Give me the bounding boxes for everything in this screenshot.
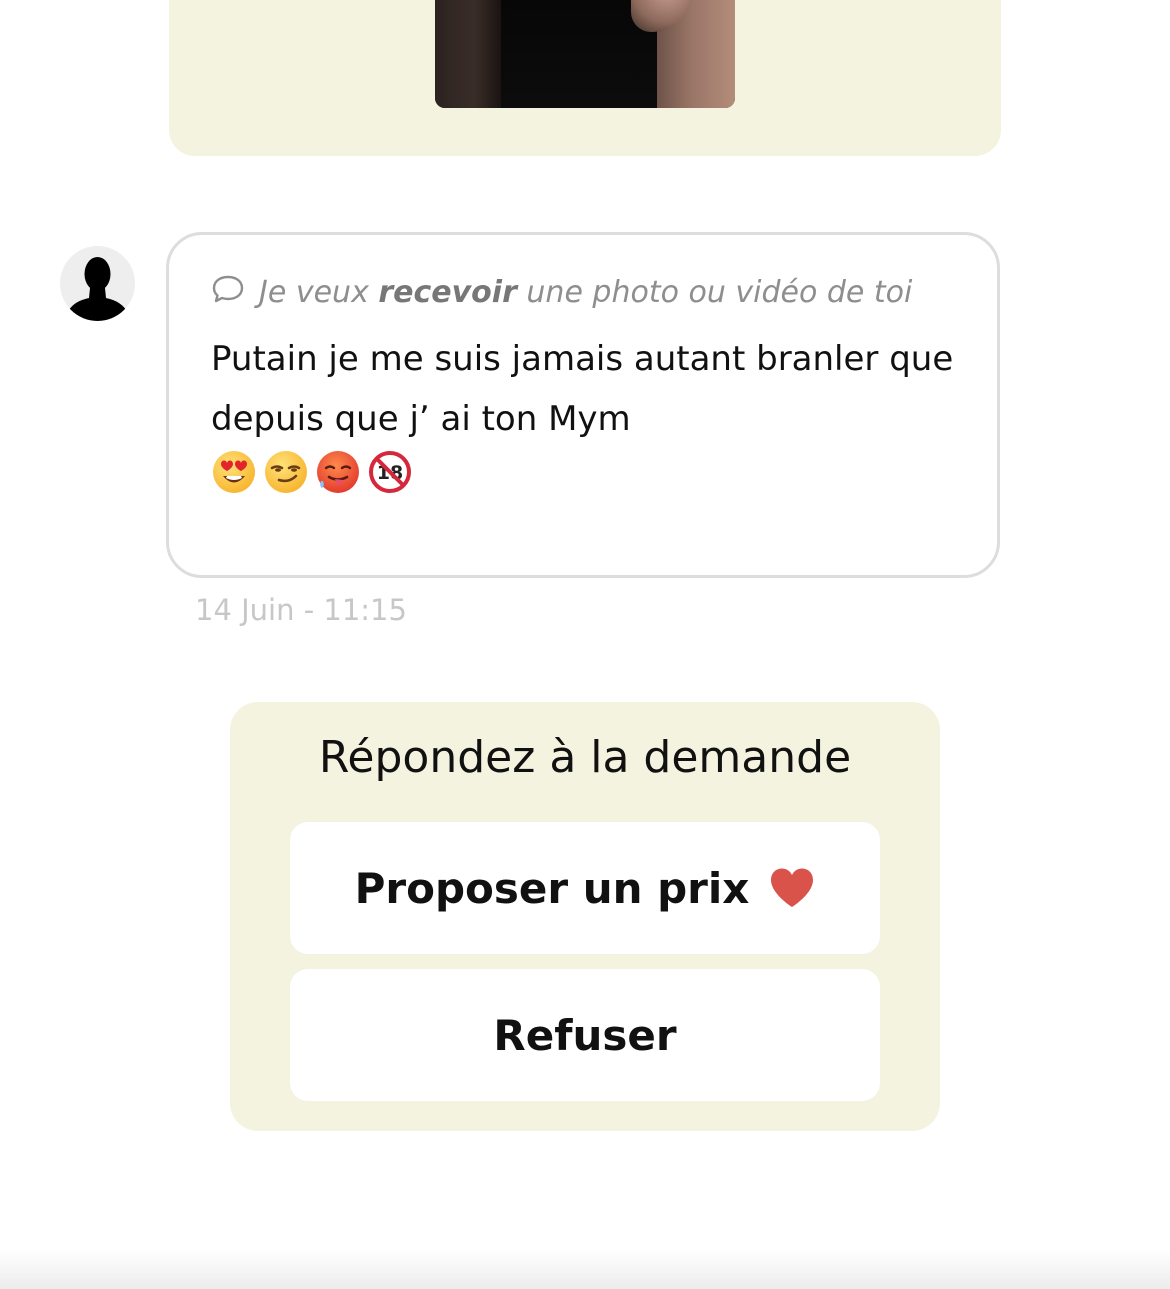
answer-request-card: Répondez à la demande Proposer un prix R… <box>230 702 940 1131</box>
request-strong: recevoir <box>378 275 517 310</box>
heart-icon <box>771 868 814 907</box>
emoji-row: 18 <box>211 449 957 495</box>
bottom-bar-shadow <box>0 1250 1170 1289</box>
refuse-label: Refuser <box>493 1010 677 1060</box>
message-timestamp: 14 Juin - 11:15 <box>195 593 407 627</box>
heart-eyes-emoji <box>213 451 255 493</box>
user-silhouette-icon <box>65 257 130 321</box>
propose-price-label: Proposer un prix <box>354 863 750 913</box>
request-suffix: une photo ou vidéo de toi <box>516 275 913 310</box>
no-under-18-emoji: 18 <box>369 451 411 493</box>
refuse-button[interactable]: Refuser <box>290 969 880 1101</box>
message-bubble: Je veux recevoir une photo ou vidéo de t… <box>166 232 1000 578</box>
chat-bubble-icon <box>211 265 245 325</box>
media-thumbnail[interactable] <box>435 0 735 108</box>
request-prefix: Je veux <box>259 275 379 310</box>
propose-price-button[interactable]: Proposer un prix <box>290 822 880 954</box>
message-text: Putain je me suis jamais autant branler … <box>211 339 954 439</box>
avatar[interactable] <box>60 246 135 321</box>
answer-title: Répondez à la demande <box>318 732 852 783</box>
smirk-emoji <box>265 451 307 493</box>
request-type-line: Je veux recevoir une photo ou vidéo de t… <box>211 263 957 325</box>
previous-media-card <box>169 0 1001 156</box>
hot-face-emoji <box>317 451 359 493</box>
